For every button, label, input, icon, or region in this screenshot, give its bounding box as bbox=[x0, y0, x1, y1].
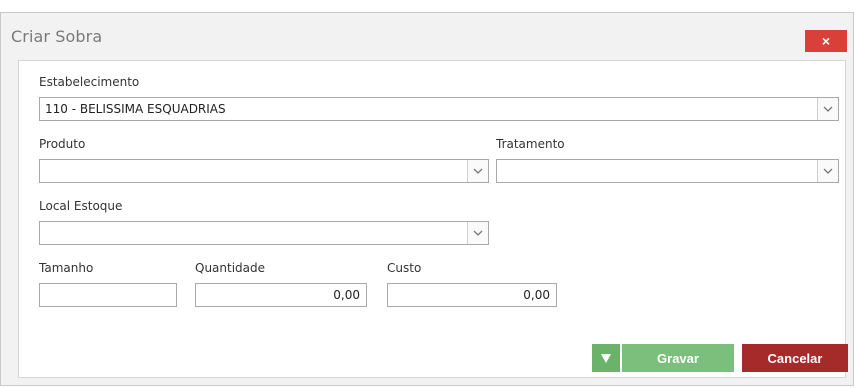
estabelecimento-value: 110 - BELISSIMA ESQUADRIAS bbox=[45, 102, 226, 116]
tratamento-label: Tratamento bbox=[496, 137, 565, 151]
chevron-down-icon[interactable] bbox=[467, 160, 488, 182]
chevron-down-icon[interactable] bbox=[817, 98, 838, 120]
save-options-button[interactable] bbox=[592, 344, 620, 372]
quantidade-label: Quantidade bbox=[195, 261, 266, 275]
chevron-down-icon[interactable] bbox=[817, 160, 838, 182]
local-estoque-select[interactable] bbox=[39, 221, 489, 245]
estabelecimento-select[interactable]: 110 - BELISSIMA ESQUADRIAS bbox=[39, 97, 839, 121]
quantidade-input[interactable]: 0,00 bbox=[195, 283, 367, 307]
cancel-button[interactable]: Cancelar bbox=[742, 344, 848, 372]
tamanho-input[interactable] bbox=[39, 283, 177, 307]
dialog-title: Criar Sobra bbox=[11, 27, 103, 46]
custo-value: 0,00 bbox=[523, 288, 550, 302]
dialog-titlebar[interactable]: Criar Sobra × bbox=[1, 13, 853, 57]
custo-label: Custo bbox=[387, 261, 422, 275]
local-estoque-label: Local Estoque bbox=[39, 199, 123, 213]
save-button[interactable]: Gravar bbox=[622, 344, 734, 372]
tratamento-select[interactable] bbox=[496, 159, 839, 183]
tamanho-label: Tamanho bbox=[39, 261, 94, 275]
close-button[interactable]: × bbox=[805, 30, 847, 52]
custo-input[interactable]: 0,00 bbox=[387, 283, 557, 307]
quantidade-value: 0,00 bbox=[333, 288, 360, 302]
form-panel: Estabelecimento 110 - BELISSIMA ESQUADRI… bbox=[18, 60, 846, 378]
estabelecimento-label: Estabelecimento bbox=[39, 75, 140, 89]
chevron-down-icon[interactable] bbox=[467, 222, 488, 244]
produto-select[interactable] bbox=[39, 159, 489, 183]
produto-label: Produto bbox=[39, 137, 86, 151]
close-icon: × bbox=[821, 33, 831, 49]
caret-down-icon bbox=[601, 353, 611, 363]
